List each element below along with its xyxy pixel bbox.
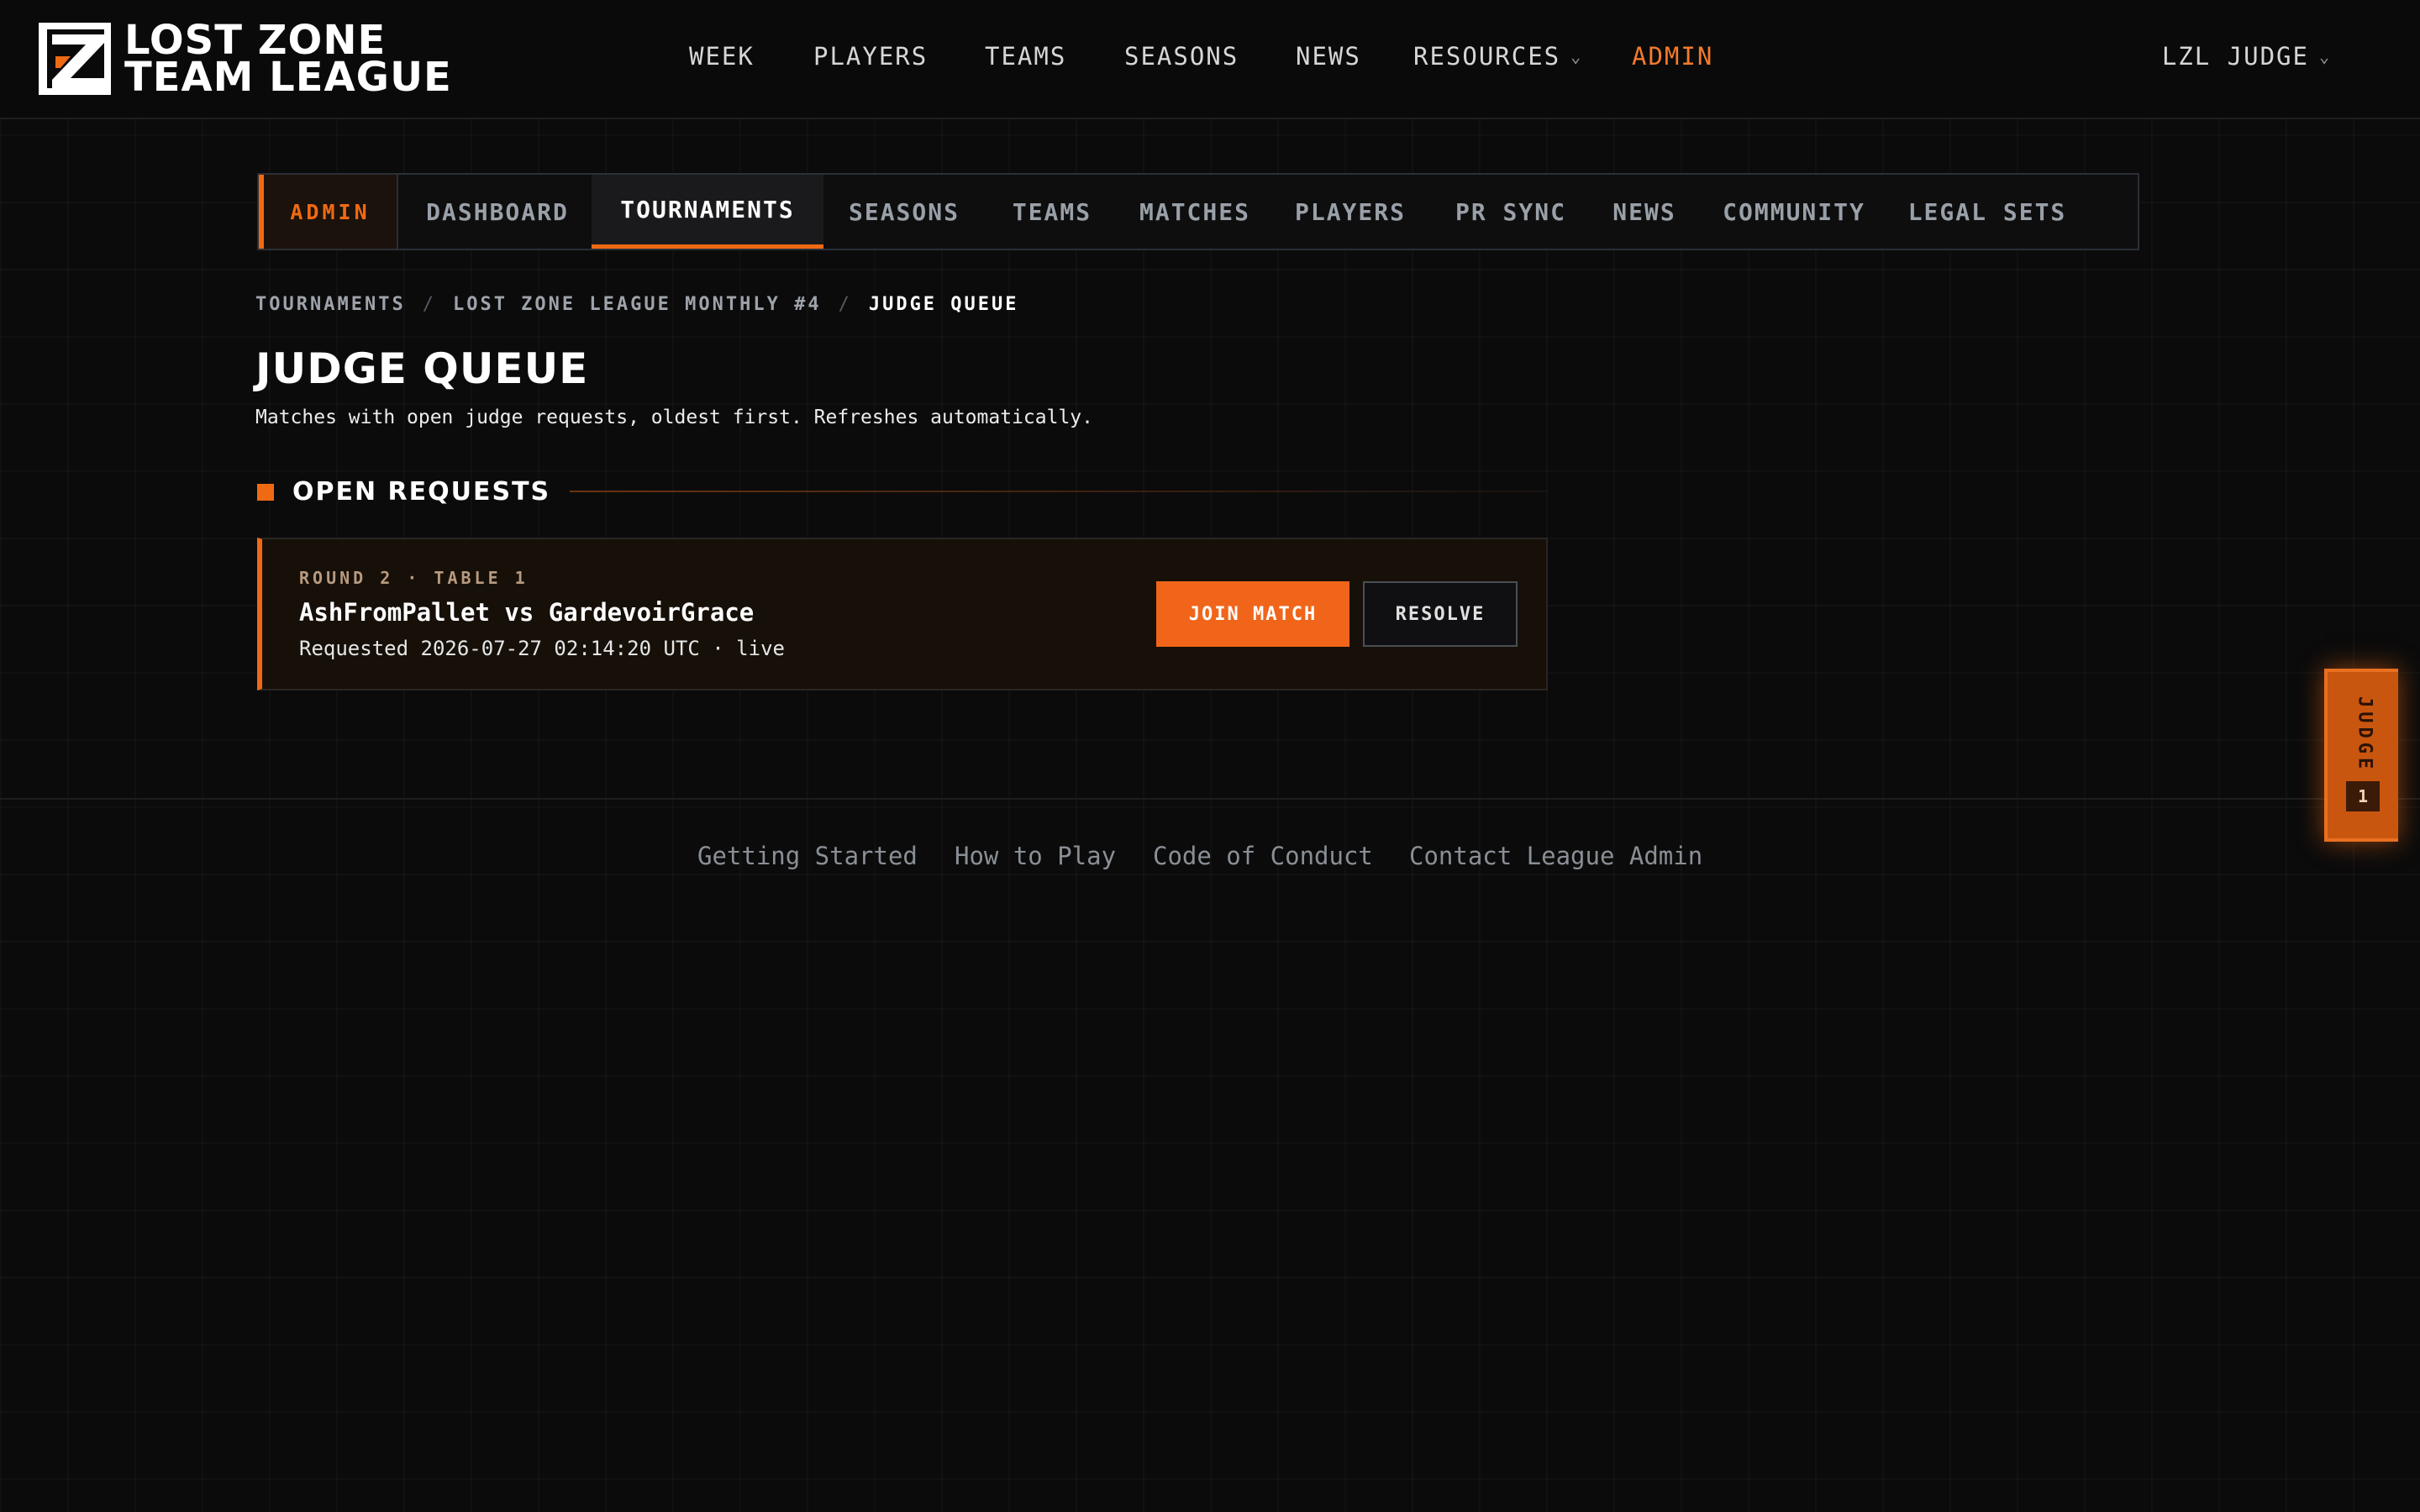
breadcrumb-tournament[interactable]: LOST ZONE LEAGUE MONTHLY #4	[453, 294, 822, 315]
nav-admin[interactable]: ADMIN	[1632, 42, 1713, 71]
request-round-table: ROUND 2 · TABLE 1	[299, 568, 529, 588]
chevron-down-icon: ⌄	[2318, 46, 2331, 66]
tab-dashboard[interactable]: DASHBOARD	[398, 175, 597, 249]
page-subtitle: Matches with open judge requests, oldest…	[255, 407, 1093, 428]
page-title: JUDGE QUEUE	[255, 344, 589, 393]
tab-news[interactable]: NEWS	[1591, 175, 1697, 249]
join-match-button[interactable]: JOIN MATCH	[1156, 581, 1349, 647]
tab-seasons[interactable]: SEASONS	[823, 175, 985, 249]
footer-link-contact-admin[interactable]: Contact League Admin	[1409, 842, 1702, 870]
breadcrumb-separator: /	[838, 294, 852, 315]
resolve-button[interactable]: RESOLVE	[1363, 581, 1518, 647]
tab-teams[interactable]: TEAMS	[985, 175, 1119, 249]
tab-tournaments[interactable]: TOURNAMENTS	[592, 175, 823, 249]
footer-link-getting-started[interactable]: Getting Started	[697, 842, 918, 870]
tab-pr-sync[interactable]: PR SYNC	[1430, 175, 1591, 249]
user-name: LZL JUDGE	[2161, 42, 2309, 71]
footer-divider	[0, 798, 2420, 800]
request-timestamp: Requested 2026-07-27 02:14:20 UTC · live	[299, 637, 785, 660]
nav-players[interactable]: PLAYERS	[813, 42, 928, 71]
nav-seasons[interactable]: SEASONS	[1124, 42, 1239, 71]
tab-matches[interactable]: MATCHES	[1119, 175, 1270, 249]
section-title: OPEN REQUESTS	[292, 477, 551, 507]
user-menu[interactable]: LZL JUDGE ⌄	[2162, 42, 2331, 71]
nav-resources-label: RESOURCES	[1413, 42, 1561, 71]
admin-tab-bar: ADMIN DASHBOARD TOURNAMENTS SEASONS TEAM…	[257, 173, 2139, 250]
brand-name: LOST ZONE TEAM LEAGUE	[124, 20, 452, 101]
footer-link-code-of-conduct[interactable]: Code of Conduct	[1153, 842, 1373, 870]
breadcrumb-tournaments[interactable]: TOURNAMENTS	[255, 294, 406, 315]
section-divider	[570, 491, 1548, 492]
lz-logo-icon	[39, 23, 111, 95]
judge-request-card: ROUND 2 · TABLE 1 AshFromPallet vs Garde…	[257, 538, 1548, 690]
nav-week[interactable]: WEEK	[689, 42, 755, 71]
section-marker-icon	[257, 484, 274, 501]
breadcrumb: TOURNAMENTS / LOST ZONE LEAGUE MONTHLY #4 /…	[255, 294, 1019, 315]
nav-news[interactable]: NEWS	[1296, 42, 1361, 71]
section-header: OPEN REQUESTS	[257, 477, 1548, 507]
tab-legal-sets[interactable]: LEGAL SETS	[1891, 175, 2084, 249]
breadcrumb-separator: /	[422, 294, 436, 315]
admin-badge: ADMIN	[259, 175, 398, 249]
tab-players[interactable]: PLAYERS	[1270, 175, 1430, 249]
nav-resources[interactable]: RESOURCES ⌄	[1413, 42, 1582, 71]
brand-line-2: TEAM LEAGUE	[124, 54, 452, 101]
judge-count-badge: 1	[2346, 781, 2380, 811]
site-logo[interactable]: LOST ZONE TEAM LEAGUE	[39, 20, 452, 101]
request-matchup: AshFromPallet vs GardevoirGrace	[299, 598, 755, 627]
footer-link-how-to-play[interactable]: How to Play	[955, 842, 1116, 870]
tab-community[interactable]: COMMUNITY	[1697, 175, 1891, 249]
breadcrumb-current: JUDGE QUEUE	[868, 294, 1019, 315]
nav-teams[interactable]: TEAMS	[985, 42, 1066, 71]
judge-tab-label: JUDGE	[2354, 696, 2375, 774]
judge-drawer-tab[interactable]: JUDGE 1	[2324, 669, 2398, 842]
top-header: LOST ZONE TEAM LEAGUE WEEK PLAYERS TEAMS…	[0, 0, 2420, 119]
chevron-down-icon: ⌄	[1570, 46, 1583, 66]
